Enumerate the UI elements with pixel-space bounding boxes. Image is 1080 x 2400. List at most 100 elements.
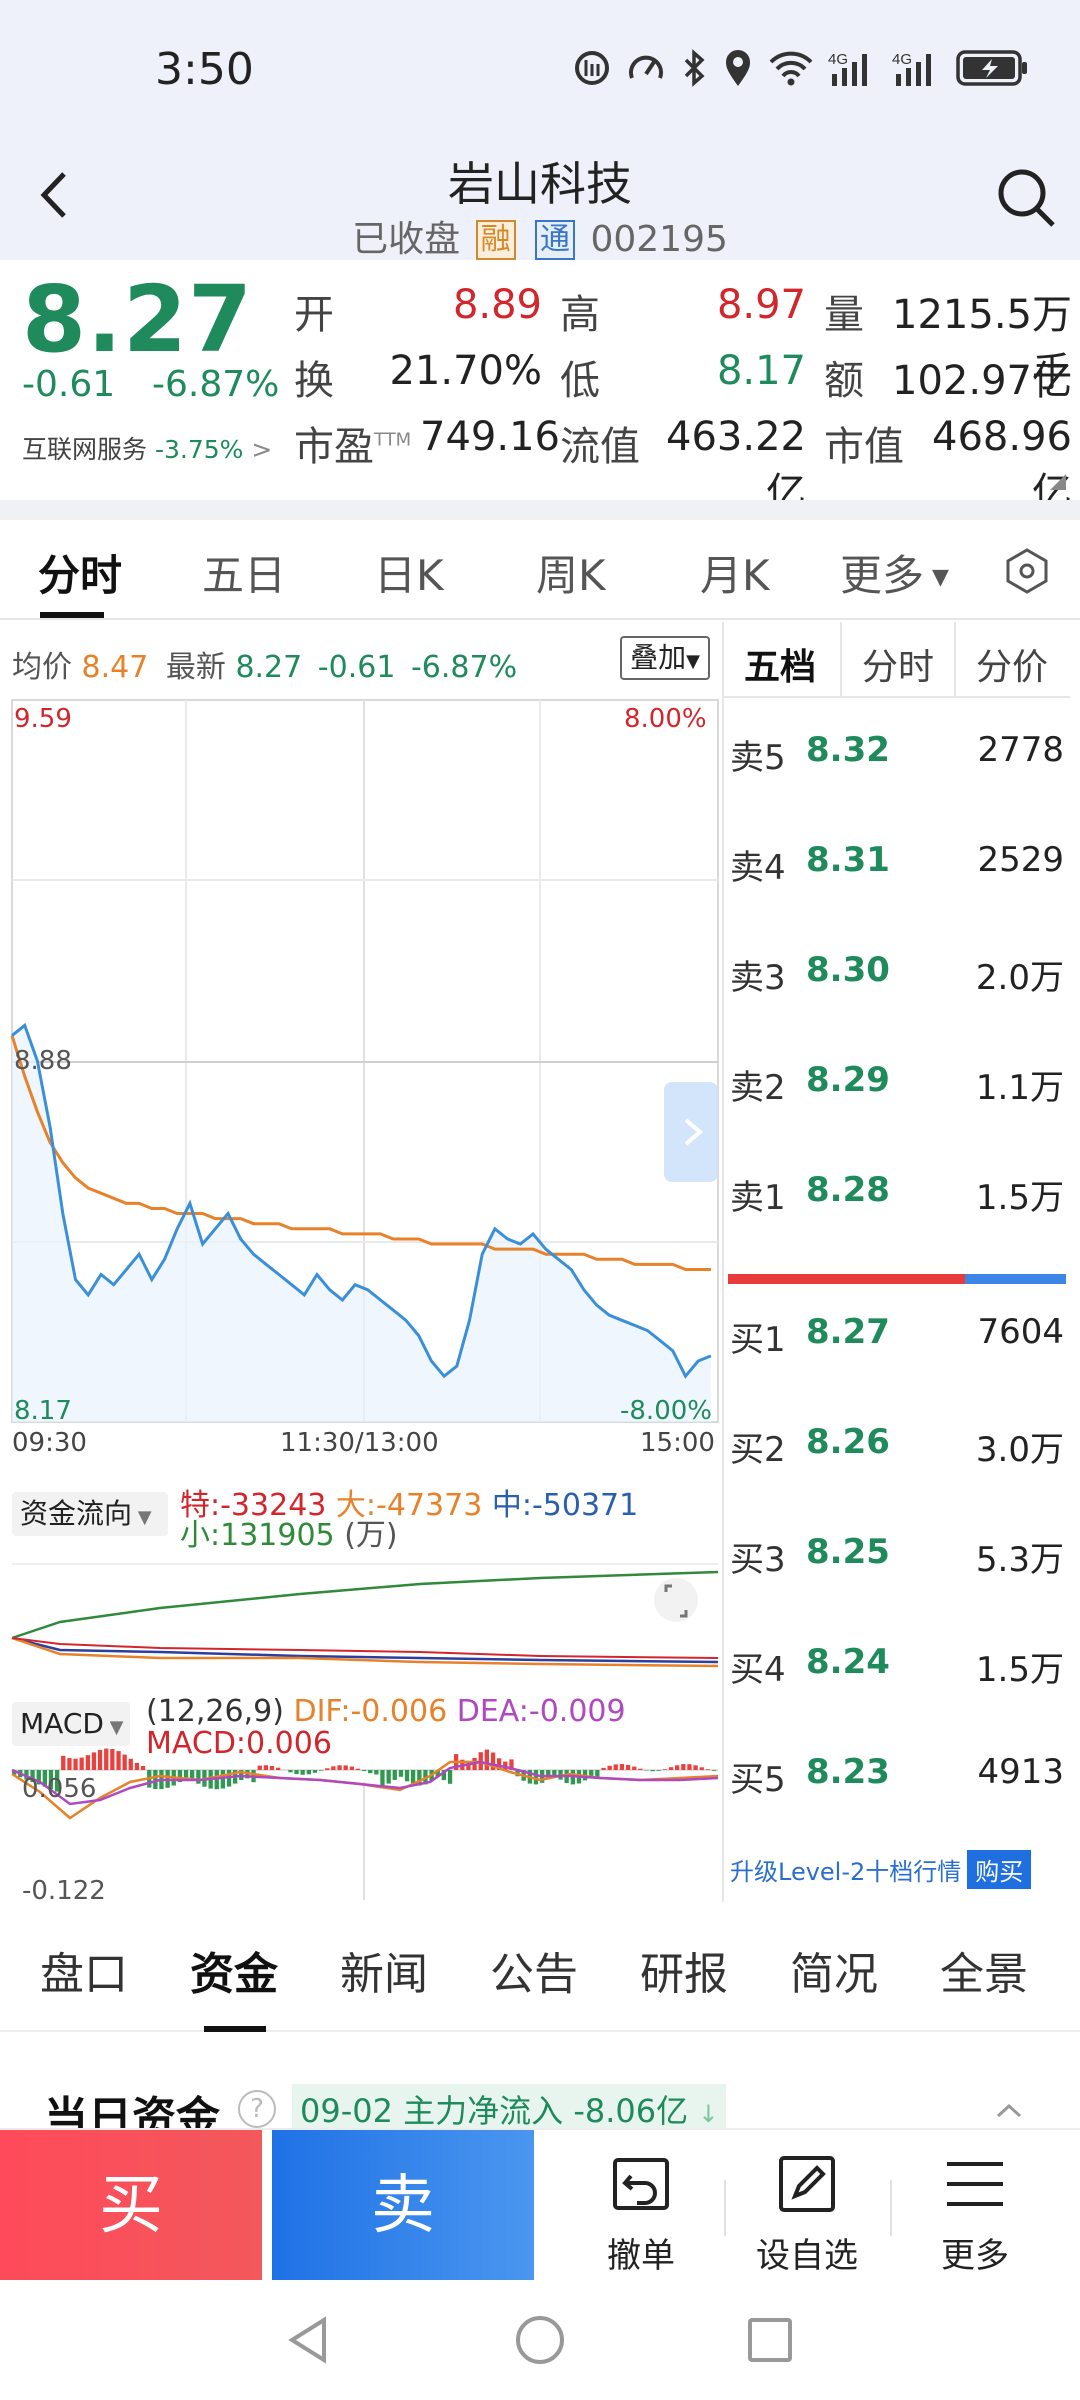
ask-row[interactable]: 卖2 8.29 1.1万 bbox=[724, 1052, 1070, 1112]
macd-value: MACD:0.006 bbox=[146, 1726, 332, 1761]
search-icon[interactable] bbox=[990, 162, 1060, 232]
tab-five-day[interactable]: 五日 bbox=[202, 542, 286, 603]
dropdown-icon: ▼ bbox=[932, 565, 949, 590]
expand-book-handle[interactable] bbox=[664, 1082, 718, 1182]
tab-price-dist[interactable]: 分价 bbox=[976, 638, 1048, 690]
help-icon[interactable]: ? bbox=[238, 2090, 276, 2128]
svg-text:4G: 4G bbox=[828, 51, 848, 68]
ask-volume: 2529 bbox=[977, 840, 1064, 880]
ask-volume: 1.1万 bbox=[975, 1068, 1064, 1108]
signal-icon-1: 4G bbox=[828, 51, 867, 86]
ask-row[interactable]: 卖1 8.28 1.5万 bbox=[724, 1162, 1070, 1222]
macd-bar bbox=[484, 1749, 489, 1770]
stock-code: 002195 bbox=[590, 219, 728, 260]
edit-icon bbox=[779, 2156, 835, 2212]
sector-link[interactable]: 互联网服务 -3.75% > bbox=[22, 430, 272, 466]
macd-bar bbox=[447, 1770, 453, 1784]
chevron-up-icon[interactable] bbox=[994, 2096, 1024, 2126]
tab-five-levels[interactable]: 五档 bbox=[744, 638, 816, 690]
nav-back-icon[interactable] bbox=[280, 2312, 336, 2368]
bluetooth-icon bbox=[684, 49, 705, 87]
ask-level-label: 卖4 bbox=[730, 848, 786, 888]
nav-recents-icon[interactable] bbox=[742, 2312, 798, 2368]
flow-medium-line bbox=[11, 1636, 719, 1664]
tab-panel[interactable]: 盘口 bbox=[40, 1938, 128, 2002]
tab-research[interactable]: 研报 bbox=[640, 1938, 728, 2002]
flow-unit: (万) bbox=[344, 1518, 398, 1553]
bid-row[interactable]: 买5 8.23 4913 bbox=[724, 1744, 1070, 1804]
flow-super-line bbox=[11, 1637, 719, 1659]
cancel-order-label: 撤单 bbox=[607, 2236, 675, 2276]
expand-corner-icon[interactable] bbox=[1050, 474, 1066, 490]
system-nav-bar bbox=[0, 2280, 1080, 2400]
settings-hexagon-icon[interactable] bbox=[1002, 546, 1052, 596]
price-change: -0.61 bbox=[22, 364, 116, 405]
bid-level-label: 买2 bbox=[730, 1430, 786, 1470]
fund-flow-selector[interactable]: 资金流向 ▼ bbox=[12, 1492, 168, 1536]
macd-bar bbox=[662, 1769, 667, 1770]
status-time: 3:50 bbox=[155, 44, 254, 95]
tab-monthly-k[interactable]: 月K bbox=[700, 542, 770, 603]
upgrade-level2[interactable]: 升级Level-2十档行情 购买 bbox=[730, 1850, 1032, 1889]
ask-row[interactable]: 卖3 8.30 2.0万 bbox=[724, 942, 1070, 1002]
ask-row[interactable]: 卖5 8.32 2778 bbox=[724, 722, 1070, 782]
speedometer-icon bbox=[629, 55, 663, 79]
macd-bar bbox=[220, 1770, 225, 1789]
status-icons: 4G 4G bbox=[572, 48, 1030, 88]
nav-home-icon[interactable] bbox=[512, 2312, 568, 2368]
ask-volume: 2.0万 bbox=[975, 958, 1064, 998]
quote-panel: 8.27 -0.61 -6.87% 互联网服务 -3.75% > 开 8.89 … bbox=[0, 260, 1080, 516]
chart-legend: 均价 8.47 最新 8.27 -0.61 -6.87% bbox=[12, 642, 517, 686]
y-top-price: 9.59 bbox=[14, 704, 72, 734]
open-value: 8.89 bbox=[452, 282, 542, 328]
buy-button[interactable]: 买 bbox=[0, 2130, 262, 2282]
bid-price: 8.26 bbox=[806, 1422, 890, 1462]
ask-level-label: 卖2 bbox=[730, 1068, 786, 1108]
dropdown-icon: ▼ bbox=[132, 1507, 152, 1528]
info-tabs: 盘口 资金 新闻 公告 研报 简况 全景 bbox=[0, 1902, 1080, 2032]
bid-row[interactable]: 买2 8.26 3.0万 bbox=[724, 1414, 1070, 1474]
bid-volume: 4913 bbox=[977, 1752, 1064, 1792]
buy-level2-button[interactable]: 购买 bbox=[967, 1850, 1032, 1889]
overlay-label: 叠加 bbox=[630, 641, 687, 674]
trade-action-bar: 买 卖 撤单 设自选 更多 bbox=[0, 2128, 1080, 2282]
macd-bar bbox=[711, 1770, 717, 1771]
tab-weekly-k[interactable]: 周K bbox=[536, 542, 606, 603]
macd-bar bbox=[552, 1770, 557, 1775]
bid-row[interactable]: 买3 8.25 5.3万 bbox=[724, 1524, 1070, 1584]
sell-button[interactable]: 卖 bbox=[272, 2130, 534, 2282]
legend-change-pct: -6.87% bbox=[410, 650, 518, 685]
more-button[interactable]: 更多 bbox=[890, 2130, 1060, 2282]
battery-icon bbox=[956, 50, 1027, 86]
cancel-order-button[interactable]: 撤单 bbox=[556, 2130, 726, 2282]
tab-overview[interactable]: 全景 bbox=[940, 1938, 1028, 2002]
macd-params: (12,26,9) bbox=[146, 1694, 284, 1729]
ask-row[interactable]: 卖4 8.31 2529 bbox=[724, 832, 1070, 892]
chevron-right-icon bbox=[684, 1118, 704, 1146]
macd-selector[interactable]: MACD ▼ bbox=[12, 1702, 130, 1746]
tab-ticks[interactable]: 分时 bbox=[862, 638, 934, 690]
overlay-button[interactable]: 叠加▼ bbox=[620, 636, 710, 680]
macd-bar bbox=[61, 1755, 66, 1770]
stock-substatus: 已收盘 融 通 002195 bbox=[0, 210, 1080, 262]
macd-bar bbox=[589, 1770, 594, 1776]
ask-price: 8.31 bbox=[806, 840, 890, 880]
open-label: 开 bbox=[294, 292, 334, 338]
bid-row[interactable]: 买1 8.27 7604 bbox=[724, 1304, 1070, 1364]
tab-news[interactable]: 新闻 bbox=[340, 1938, 428, 2002]
tab-profile[interactable]: 简况 bbox=[790, 1938, 878, 2002]
fullscreen-button[interactable] bbox=[654, 1578, 698, 1622]
tab-more-label: 更多 bbox=[840, 551, 925, 600]
tab-announcements[interactable]: 公告 bbox=[490, 1938, 578, 2002]
bid-row[interactable]: 买4 8.24 1.5万 bbox=[724, 1634, 1070, 1694]
x-tick-open: 09:30 bbox=[12, 1428, 87, 1458]
macd-bar bbox=[386, 1770, 391, 1784]
add-watchlist-button[interactable]: 设自选 bbox=[722, 2130, 892, 2282]
bid-level-label: 买1 bbox=[730, 1320, 786, 1360]
tab-daily-k[interactable]: 日K bbox=[374, 542, 444, 603]
status-bar: 3:50 4G 4G bbox=[0, 0, 1080, 140]
tab-minute[interactable]: 分时 bbox=[38, 542, 122, 603]
sell-ratio-fill bbox=[964, 1274, 1066, 1284]
tab-funds[interactable]: 资金 bbox=[190, 1938, 278, 2002]
tab-more[interactable]: 更多 ▼ bbox=[840, 542, 949, 603]
